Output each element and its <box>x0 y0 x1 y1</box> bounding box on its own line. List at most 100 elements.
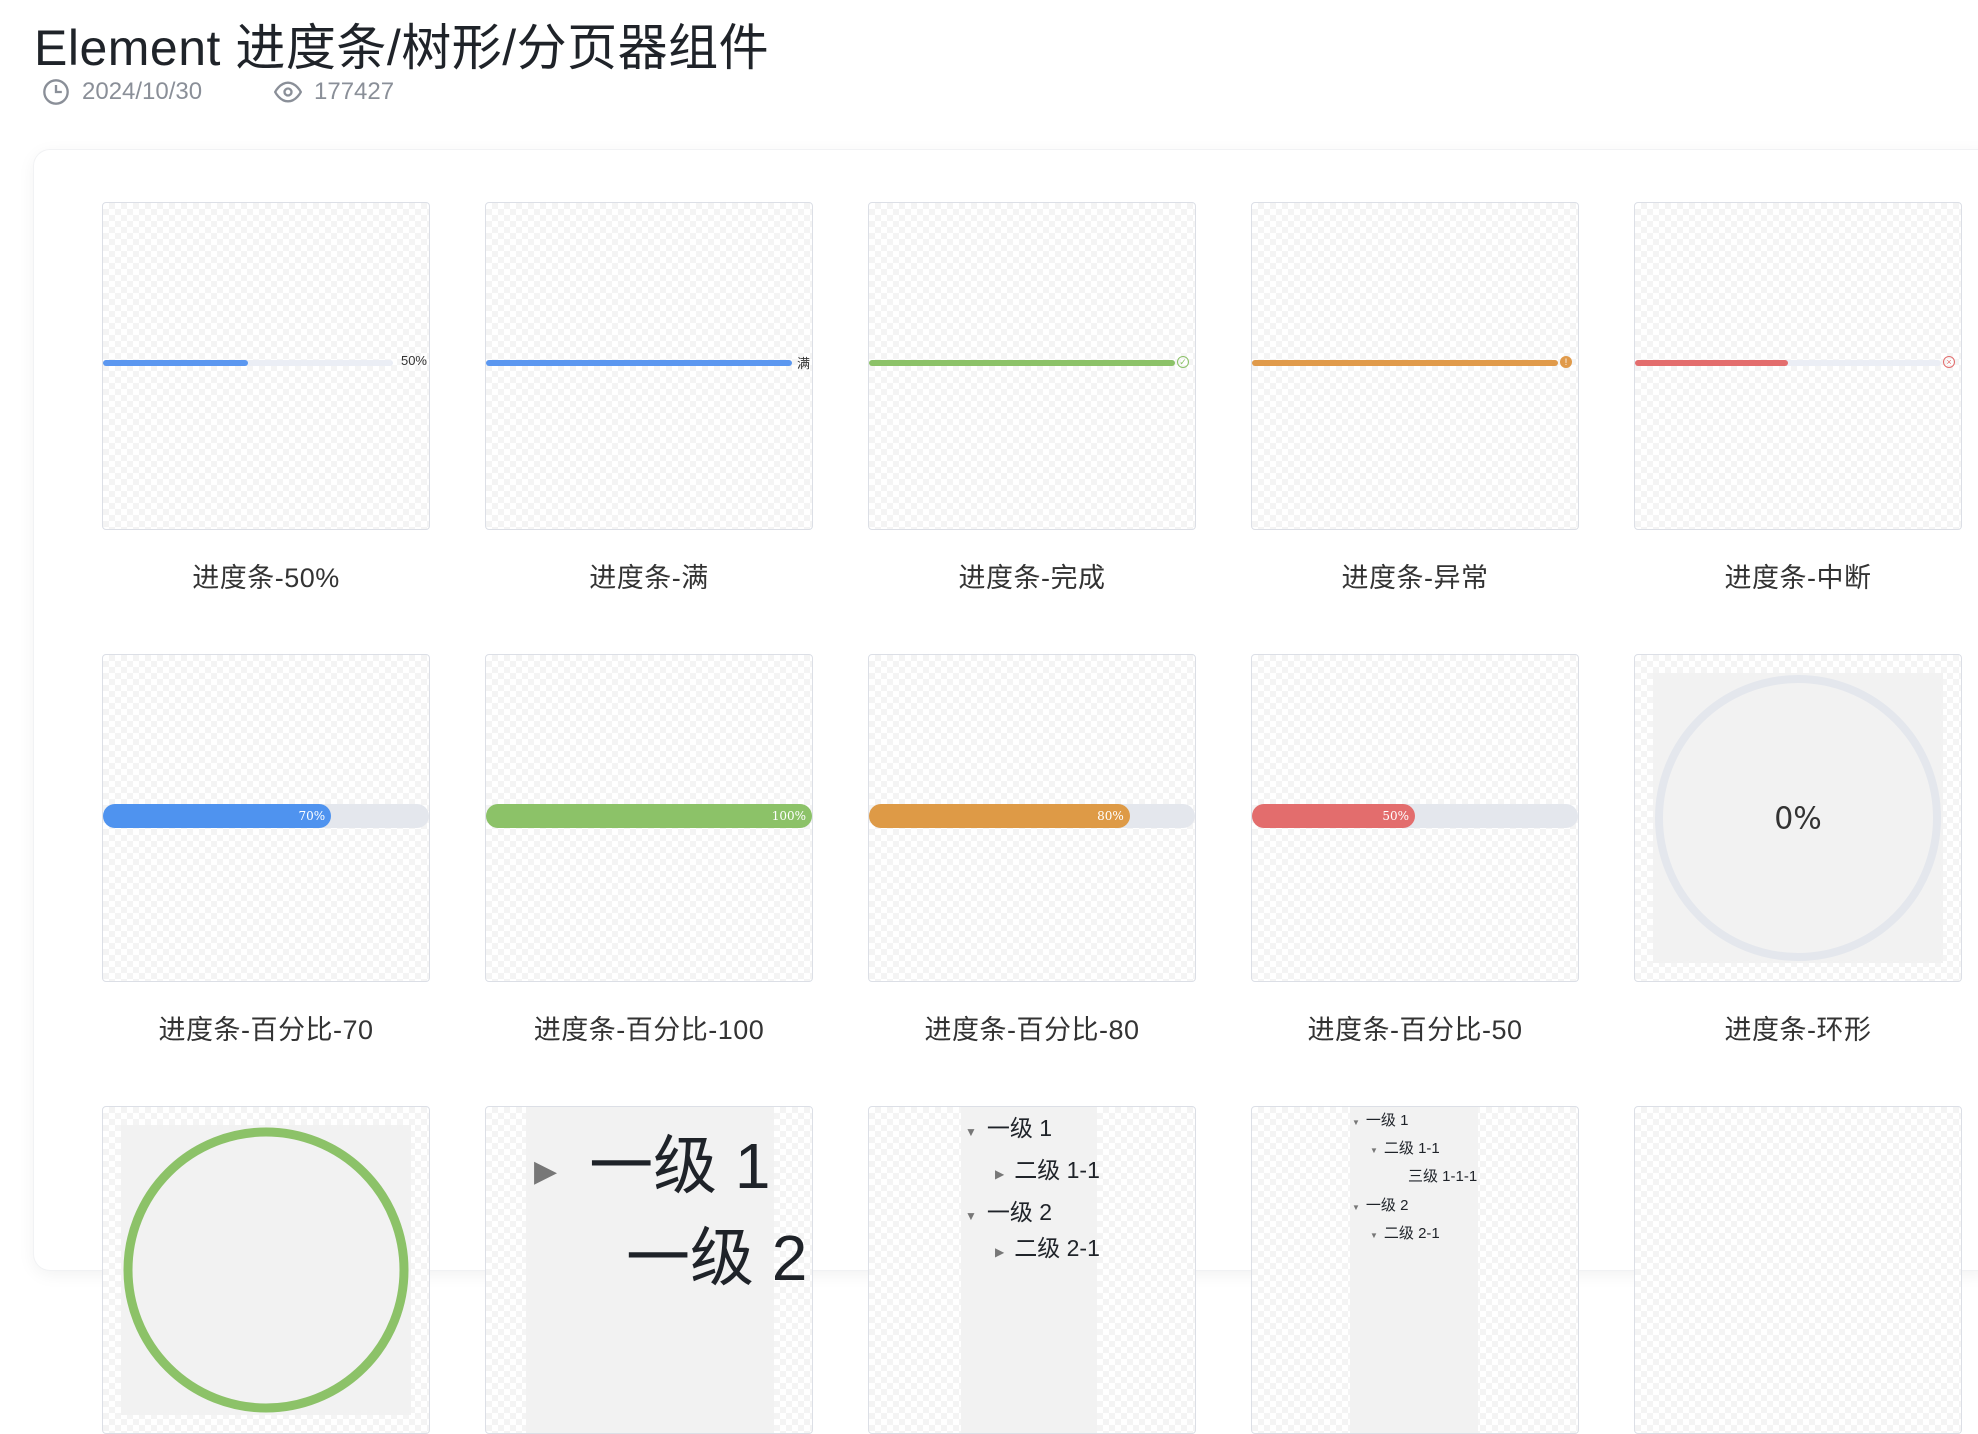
progress-text: 50% <box>400 353 427 368</box>
card-label[interactable]: 进度条-环形 <box>1634 1008 1962 1047</box>
tree-node-label: 一级 1 <box>986 1115 1053 1141</box>
component-card[interactable]: ▼ 一级 1 ▼ 二级 1-1 三级 1-1-1 ▼ 一级 2 ▼ 二级 2-1 <box>1251 1106 1579 1434</box>
views-text: 177427 <box>314 78 395 105</box>
progress-bar-fill <box>1252 360 1558 366</box>
component-card[interactable]: 70% 进度条-百分比-70 <box>102 654 430 1047</box>
date-text: 2024/10/30 <box>82 78 203 105</box>
progress-bar-fill <box>486 360 792 366</box>
tree-node[interactable]: ▶ 二级 2-1 <box>995 1229 1100 1263</box>
progress-bar-fill: 50% <box>1252 804 1415 828</box>
progress-track <box>869 360 1175 366</box>
preview-thumbnail[interactable] <box>1634 1106 1962 1434</box>
page-title: Element 进度条/树形/分页器组件 <box>34 20 770 76</box>
tree-node-label: 三级 1-1-1 <box>1408 1168 1478 1185</box>
progress-track: 50% <box>1252 804 1578 828</box>
component-card[interactable]: 0% 进度条-环形 <box>1634 654 1962 1047</box>
preview-thumbnail[interactable]: 满 <box>485 202 813 530</box>
check-circle-icon: ✓ <box>1177 356 1189 368</box>
preview-thumbnail[interactable]: 50% <box>102 202 430 530</box>
component-card[interactable]: × 进度条-中断 <box>1634 202 1962 595</box>
card-label[interactable]: 进度条-50% <box>102 556 430 595</box>
caret-down-icon[interactable]: ▼ <box>1352 1118 1360 1127</box>
tree-node[interactable]: ▼ 一级 1 <box>965 1109 1052 1143</box>
caret-right-icon[interactable]: ▶ <box>995 1167 1004 1181</box>
tree-node[interactable]: ▶ 一级 1 <box>534 1115 770 1207</box>
preview-thumbnail[interactable]: ▶ 一级 1 一级 2 <box>485 1106 813 1434</box>
caret-down-icon[interactable]: ▼ <box>1370 1146 1378 1155</box>
caret-down-icon[interactable]: ▼ <box>965 1125 977 1139</box>
preview-thumbnail[interactable]: × <box>1634 202 1962 530</box>
tree-node[interactable]: ▶ 二级 1-1 <box>995 1151 1100 1185</box>
publish-date: 2024/10/30 <box>42 78 202 106</box>
progress-text: 50% <box>1382 809 1409 823</box>
progress-text: 满 <box>796 356 810 371</box>
progress-track <box>486 360 792 366</box>
preview-thumbnail[interactable]: ▼ 一级 1 ▶ 二级 1-1 ▼ 一级 2 ▶ 二级 2-1 <box>868 1106 1196 1434</box>
caret-down-icon[interactable]: ▼ <box>965 1209 977 1223</box>
component-card[interactable]: 100% 进度条-百分比-100 <box>485 654 813 1047</box>
preview-thumbnail[interactable]: ✓ <box>868 202 1196 530</box>
tree-node-label: 一级 1 <box>589 1130 771 1202</box>
progress-track <box>103 360 393 366</box>
tree-node[interactable]: ▼ 二级 1-1 <box>1370 1137 1440 1158</box>
progress-text: 100% <box>771 809 806 823</box>
card-label[interactable]: 进度条-完成 <box>868 556 1196 595</box>
preview-thumbnail[interactable]: 100% <box>485 654 813 982</box>
card-label[interactable]: 进度条-百分比-100 <box>485 1008 813 1047</box>
component-card[interactable] <box>1634 1106 1962 1434</box>
preview-thumbnail[interactable] <box>102 1106 430 1434</box>
caret-down-icon[interactable]: ▼ <box>1370 1231 1378 1240</box>
progress-bar-fill: 70% <box>103 804 332 828</box>
tree-node-label: 二级 1-1 <box>1014 1157 1100 1183</box>
progress-bar-fill: 100% <box>486 804 812 828</box>
tree-node[interactable]: 一级 2 <box>626 1207 807 1299</box>
card-label[interactable]: 进度条-百分比-50 <box>1251 1008 1579 1047</box>
tree-node-label: 一级 2 <box>1365 1197 1409 1214</box>
component-card[interactable]: ! 进度条-异常 <box>1251 202 1579 595</box>
card-label[interactable]: 进度条-满 <box>485 556 813 595</box>
caret-right-icon[interactable]: ▶ <box>995 1245 1004 1259</box>
progress-track: 80% <box>869 804 1195 828</box>
component-gallery: 50% 进度条-50% 满 进度条-满 ✓ 进度条-完成 ! 进度条-异常 × … <box>34 150 1978 1434</box>
component-card[interactable]: 50% 进度条-百分比-50 <box>1251 654 1579 1047</box>
preview-thumbnail[interactable]: ▼ 一级 1 ▼ 二级 1-1 三级 1-1-1 ▼ 一级 2 ▼ 二级 2-1 <box>1251 1106 1579 1434</box>
tree-node[interactable]: ▼ 二级 2-1 <box>1370 1222 1440 1243</box>
view-count: 177427 <box>274 78 394 106</box>
card-label[interactable]: 进度条-中断 <box>1634 556 1962 595</box>
circle-progress: 0% <box>1653 673 1943 963</box>
caret-down-icon[interactable]: ▼ <box>1352 1203 1360 1212</box>
preview-thumbnail[interactable]: 50% <box>1251 654 1579 982</box>
close-circle-icon: × <box>1943 356 1955 368</box>
component-card[interactable]: ✓ 进度条-完成 <box>868 202 1196 595</box>
component-card[interactable] <box>102 1106 430 1434</box>
circle-progress <box>121 1125 411 1415</box>
tree-node[interactable]: 三级 1-1-1 <box>1408 1165 1477 1186</box>
card-label[interactable]: 进度条-异常 <box>1251 556 1579 595</box>
clock-icon <box>43 79 69 105</box>
component-card[interactable]: 满 进度条-满 <box>485 202 813 595</box>
progress-track: 70% <box>103 804 429 828</box>
progress-track <box>1252 360 1558 366</box>
preview-thumbnail[interactable]: ! <box>1251 202 1579 530</box>
component-card[interactable]: ▼ 一级 1 ▶ 二级 1-1 ▼ 一级 2 ▶ 二级 2-1 <box>868 1106 1196 1434</box>
progress-text: 70% <box>298 809 326 823</box>
tree-node-label: 一级 2 <box>626 1222 808 1294</box>
preview-thumbnail[interactable]: 70% <box>102 654 430 982</box>
warning-icon: ! <box>1560 356 1572 368</box>
caret-right-icon[interactable]: ▶ <box>534 1154 557 1189</box>
card-label[interactable]: 进度条-百分比-80 <box>868 1008 1196 1047</box>
preview-thumbnail[interactable]: 0% <box>1634 654 1962 982</box>
progress-text: 80% <box>1097 809 1124 823</box>
progress-bar-fill <box>103 360 248 366</box>
tree-node[interactable]: ▼ 一级 2 <box>965 1193 1052 1227</box>
tree-node-label: 二级 2-1 <box>1014 1235 1100 1261</box>
tree-node-label: 二级 1-1 <box>1383 1140 1440 1157</box>
card-label[interactable]: 进度条-百分比-70 <box>102 1008 430 1047</box>
component-card[interactable]: ▶ 一级 1 一级 2 <box>485 1106 813 1434</box>
tree-node[interactable]: ▼ 一级 1 <box>1352 1109 1408 1130</box>
preview-thumbnail[interactable]: 80% <box>868 654 1196 982</box>
component-card[interactable]: 50% 进度条-50% <box>102 202 430 595</box>
progress-text: 0% <box>1774 801 1822 837</box>
component-card[interactable]: 80% 进度条-百分比-80 <box>868 654 1196 1047</box>
tree-node[interactable]: ▼ 一级 2 <box>1352 1194 1408 1215</box>
